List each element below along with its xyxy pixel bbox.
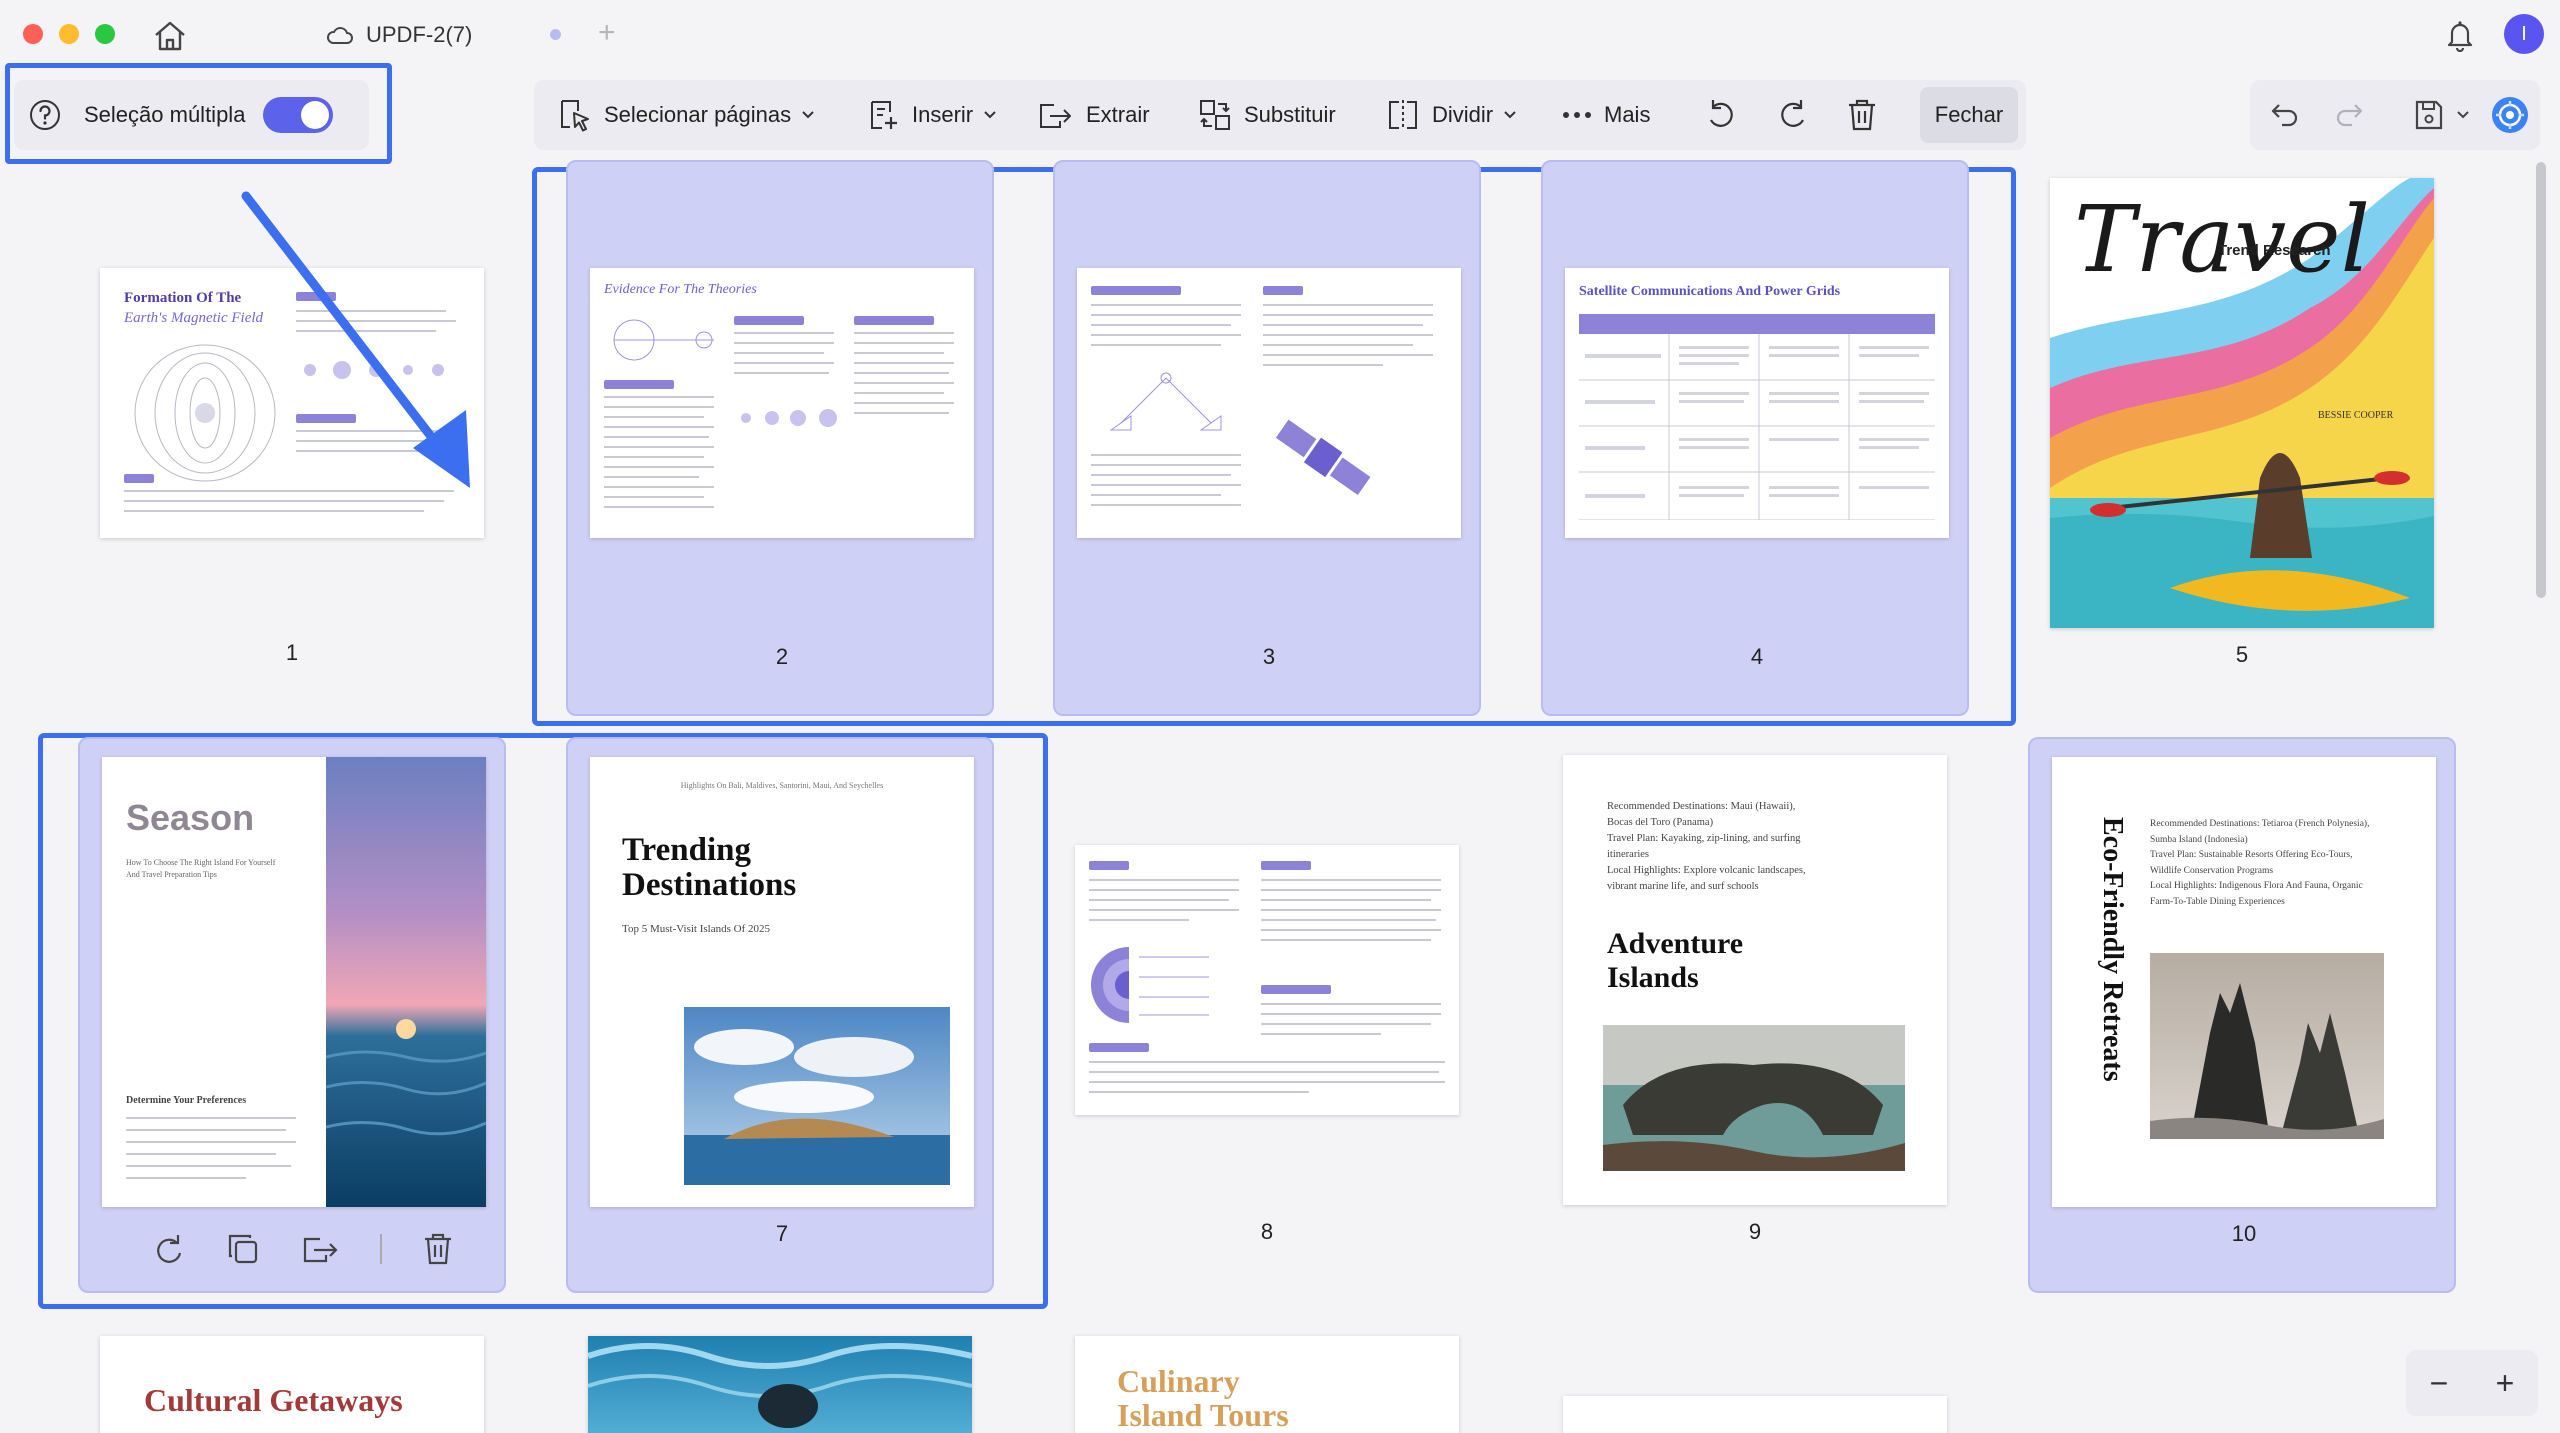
select-pages-button[interactable]: Selecionar páginas [558, 80, 815, 150]
home-icon[interactable] [152, 20, 188, 52]
page-thumbnail-3[interactable] [1077, 268, 1461, 538]
chevron-down-icon [801, 110, 815, 120]
page-thumbnail-5[interactable]: Travel Trend Research BESSIE COOPER [2050, 178, 2434, 628]
zoom-out-button[interactable]: − [2430, 1365, 2449, 1402]
close-organize-button[interactable]: Fechar [1920, 87, 2018, 143]
insert-button[interactable]: Inserir [866, 80, 997, 150]
retreat-text: Recommended Destinations: Tetiaroa (Fren… [2150, 819, 2370, 907]
document-tab[interactable]: UPDF-2(7) [326, 19, 472, 51]
ai-assistant-button[interactable] [2490, 80, 2530, 150]
earth-layers-diagram-icon [1091, 947, 1209, 1023]
bell-icon[interactable] [2444, 18, 2476, 52]
replace-icon [1198, 98, 1232, 132]
select-pages-icon [558, 97, 592, 133]
page-thumbnail-14[interactable] [1563, 1396, 1947, 1433]
page-actions [152, 1227, 532, 1271]
trash-icon [1846, 98, 1878, 132]
title-bar: UPDF-2(7) + I [0, 0, 2560, 70]
rotate-right-icon [1776, 98, 1810, 132]
page-thumbnail-4[interactable]: Satellite Communications And Power Grids [1565, 268, 1949, 538]
sea-stacks-photo [2150, 953, 2384, 1139]
insert-icon [866, 98, 900, 132]
unsaved-dot-icon [550, 29, 561, 40]
extract-icon [1036, 99, 1074, 131]
page-card-7[interactable]: Highlights On Bali, Maldives, Santorini,… [566, 737, 994, 1293]
save-button[interactable] [2414, 80, 2470, 150]
page-thumbnail-13[interactable]: Culinary Island Tours [1075, 1336, 1459, 1433]
page-toolbar: Selecionar páginas Inserir Extrair Subst… [534, 80, 2026, 150]
split-icon [1386, 98, 1420, 132]
save-icon [2414, 99, 2444, 131]
delete-button[interactable] [1846, 80, 1878, 150]
trash-icon[interactable] [422, 1232, 454, 1266]
sunset-ocean-photo [326, 757, 486, 1207]
satellite-icon [1275, 419, 1371, 496]
toggle-knob [301, 101, 330, 129]
page-thumbnail-2[interactable]: Evidence For The Theories [590, 268, 974, 538]
island-photo [684, 1007, 950, 1185]
page-card-1[interactable]: Formation Of The Earth's Magnetic Field … [78, 160, 506, 716]
page-card-9[interactable]: Recommended Destinations: Maui (Hawaii),… [1541, 737, 1969, 1293]
ai-assistant-icon [2490, 95, 2530, 135]
rotate-left-icon [1704, 98, 1738, 132]
page-thumbnail-6[interactable]: Season How To Choose The Right Island Fo… [102, 757, 486, 1207]
page-card-6[interactable]: Season How To Choose The Right Island Fo… [78, 737, 506, 1293]
page-thumbnail-7[interactable]: Highlights On Bali, Maldives, Santorini,… [590, 757, 974, 1207]
zoom-window-button[interactable] [95, 24, 115, 44]
cloud-icon [326, 24, 354, 46]
page-thumbnail-9[interactable]: Recommended Destinations: Maui (Hawaii),… [1563, 755, 1947, 1205]
rotate-left-button[interactable] [1704, 80, 1738, 150]
split-button[interactable]: Dividir [1386, 80, 1517, 150]
chevron-down-icon[interactable] [2456, 110, 2470, 120]
destination-text: Recommended Destinations: Maui (Hawaii),… [1607, 801, 1806, 892]
new-tab-button[interactable]: + [598, 16, 616, 50]
undo-icon [2270, 101, 2300, 129]
close-window-button[interactable] [23, 24, 43, 44]
more-icon [1562, 110, 1592, 120]
page-card-8[interactable]: 8 [1053, 737, 1481, 1293]
annotation-arrow-icon [241, 191, 470, 488]
extract-button[interactable]: Extrair [1036, 80, 1150, 150]
zoom-in-button[interactable]: + [2496, 1365, 2515, 1402]
rock-arch-photo [1603, 1025, 1905, 1171]
extract-page-icon[interactable] [300, 1233, 340, 1265]
rotate-right-button[interactable] [1776, 80, 1810, 150]
page-card-3[interactable]: 3 [1053, 160, 1481, 716]
page-card-5[interactable]: Travel Trend Research BESSIE COOPER 5 [2028, 160, 2456, 716]
help-icon[interactable] [28, 98, 62, 132]
more-button[interactable]: Mais [1562, 80, 1650, 150]
document-title: UPDF-2(7) [366, 22, 473, 47]
duplicate-page-icon[interactable] [226, 1232, 260, 1266]
rotate-page-icon[interactable] [152, 1231, 186, 1267]
multi-select-toggle[interactable] [263, 97, 334, 133]
vertical-scrollbar[interactable] [2536, 162, 2546, 598]
zoom-controls: − + [2406, 1350, 2538, 1416]
divider [380, 1234, 382, 1264]
avatar[interactable]: I [2504, 14, 2544, 54]
underwater-photo [588, 1336, 972, 1433]
minimize-window-button[interactable] [59, 24, 79, 44]
undo-button[interactable] [2270, 80, 2300, 150]
page-card-4[interactable]: Satellite Communications And Power Grids… [1541, 160, 1969, 716]
replace-button[interactable]: Substituir [1198, 80, 1336, 150]
right-toolbar [2250, 80, 2540, 150]
chevron-down-icon [1503, 110, 1517, 120]
redo-icon [2334, 101, 2364, 129]
redo-button[interactable] [2334, 80, 2364, 150]
multi-select-bar: Seleção múltipla [14, 80, 369, 150]
page-thumbnail-12[interactable] [588, 1336, 972, 1433]
page-thumbnail-10[interactable]: Eco-Friendly Retreats Recommended Destin… [2052, 757, 2436, 1207]
chevron-down-icon [983, 110, 997, 120]
page-card-10[interactable]: Eco-Friendly Retreats Recommended Destin… [2028, 737, 2456, 1293]
page-card-2[interactable]: Evidence For The Theories 2 [566, 160, 994, 716]
page-thumbnail-11[interactable]: Cultural Getaways [100, 1336, 484, 1433]
multi-select-label: Seleção múltipla [84, 102, 246, 127]
page-thumbnail-8[interactable] [1075, 845, 1459, 1115]
comparison-table [1579, 334, 1935, 520]
